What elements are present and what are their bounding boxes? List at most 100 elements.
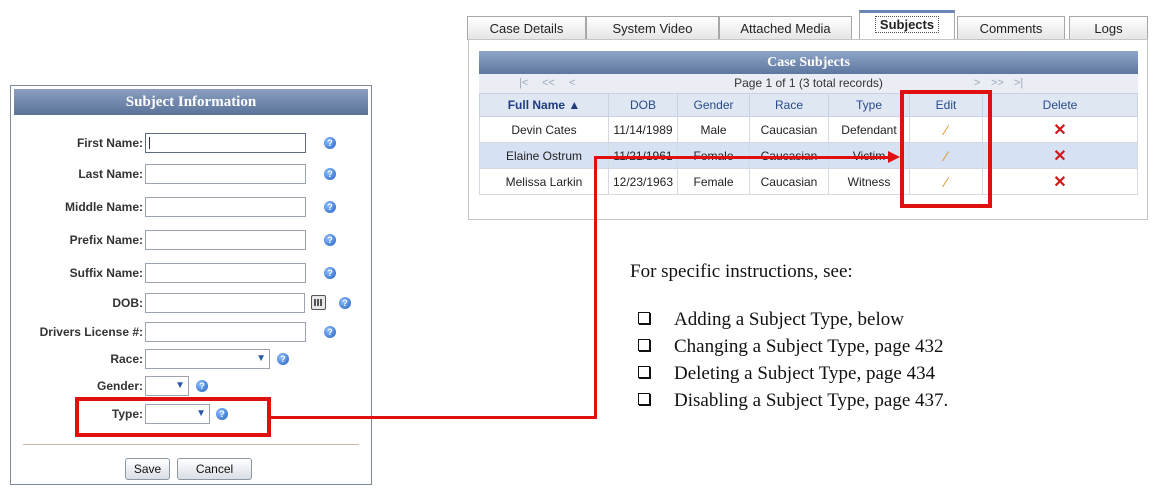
instruction-item: Disabling a Subject Type, page 437. [630, 390, 948, 412]
dob-label: DOB: [112, 296, 143, 310]
cell-full-name: Devin Cates [479, 116, 609, 143]
last-name-row: Last Name: ? [11, 164, 371, 186]
cell-type: Defendant [828, 116, 910, 143]
first-name-row: First Name: ? [11, 133, 371, 155]
race-label: Race: [110, 352, 143, 366]
first-name-label: First Name: [76, 136, 143, 150]
drivers-license-input[interactable] [145, 322, 306, 342]
cell-race: Caucasian [749, 168, 829, 195]
column-gender[interactable]: Gender [677, 93, 750, 117]
tab-subjects-label: Subjects [874, 16, 940, 33]
instruction-item: Deleting a Subject Type, page 434 [630, 363, 935, 385]
connector-line-vertical [594, 156, 597, 419]
pager-first-icon[interactable]: |< [519, 74, 528, 93]
middle-name-input[interactable] [145, 197, 306, 217]
form-divider [23, 444, 359, 445]
gender-label: Gender: [96, 379, 143, 393]
cancel-button[interactable]: Cancel [177, 458, 252, 480]
table-row[interactable]: Melissa Larkin 12/23/1963 Female Caucasi… [479, 168, 1138, 195]
first-name-input[interactable] [145, 133, 306, 153]
pager-prev-page-icon[interactable]: << [542, 74, 555, 93]
checkbox-bullet-icon [638, 339, 650, 351]
column-race[interactable]: Race [749, 93, 829, 117]
column-delete: Delete [982, 93, 1138, 117]
instruction-item-text: Disabling a Subject Type, page 437. [674, 390, 949, 411]
column-dob[interactable]: DOB [608, 93, 678, 117]
checkbox-bullet-icon [638, 393, 650, 405]
help-icon[interactable]: ? [196, 380, 208, 392]
help-icon[interactable]: ? [339, 297, 351, 309]
column-type[interactable]: Type [828, 93, 910, 117]
prefix-name-row: Prefix Name: ? [11, 230, 371, 252]
middle-name-row: Middle Name: ? [11, 197, 371, 219]
gender-row: Gender: ▼ ? [11, 376, 371, 398]
drivers-license-label: Drivers License #: [39, 325, 143, 339]
gender-select[interactable]: ▼ [145, 376, 189, 396]
help-icon[interactable]: ? [277, 353, 289, 365]
pager-next-page-icon[interactable]: >> [991, 74, 1004, 93]
instruction-item: Changing a Subject Type, page 432 [630, 336, 944, 358]
instruction-item: Adding a Subject Type, below [630, 309, 904, 331]
pager: |< << < Page 1 of 1 (3 total records) > … [479, 74, 1138, 93]
prefix-name-input[interactable] [145, 230, 306, 250]
pager-last-icon[interactable]: >| [1014, 74, 1023, 93]
cell-dob: 11/14/1989 [608, 116, 678, 143]
delete-cell: ✕ [982, 168, 1138, 195]
pager-prev-icon[interactable]: < [569, 74, 575, 93]
last-name-input[interactable] [145, 164, 306, 184]
subject-information-title: Subject Information [14, 89, 368, 115]
suffix-name-label: Suffix Name: [69, 266, 143, 280]
delete-x-icon[interactable]: ✕ [1053, 148, 1066, 165]
help-icon[interactable]: ? [324, 234, 336, 246]
cell-full-name: Melissa Larkin [479, 168, 609, 195]
save-button[interactable]: Save [125, 458, 170, 480]
instruction-item-text: Adding a Subject Type, below [674, 309, 904, 330]
suffix-name-row: Suffix Name: ? [11, 263, 371, 285]
tab-subjects[interactable]: Subjects [859, 10, 955, 40]
race-row: Race: ▼ ? [11, 349, 371, 371]
help-icon[interactable]: ? [324, 168, 336, 180]
cell-full-name: Elaine Ostrum [479, 142, 609, 169]
instructions-heading: For specific instructions, see: [630, 261, 853, 282]
dob-input[interactable] [145, 293, 305, 313]
pager-text: Page 1 of 1 (3 total records) [734, 76, 883, 90]
checkbox-bullet-icon [638, 312, 650, 324]
tab-case-details[interactable]: Case Details [467, 16, 586, 40]
case-subjects-panel: Case Subjects |< << < Page 1 of 1 (3 tot… [468, 39, 1148, 220]
connector-line-horizontal [271, 416, 597, 419]
help-icon[interactable]: ? [324, 326, 336, 338]
table-row[interactable]: Devin Cates 11/14/1989 Male Caucasian De… [479, 116, 1138, 143]
race-select[interactable]: ▼ [145, 349, 270, 369]
cell-dob: 12/23/1963 [608, 168, 678, 195]
drivers-license-row: Drivers License #: ? [11, 322, 371, 344]
connector-line-top [594, 156, 890, 159]
checkbox-bullet-icon [638, 366, 650, 378]
cell-type: Witness [828, 168, 910, 195]
tab-system-video[interactable]: System Video [586, 16, 719, 40]
cell-gender: Male [677, 116, 750, 143]
type-column-highlight [900, 90, 992, 208]
column-full-name[interactable]: Full Name ▲ [479, 93, 609, 117]
delete-cell: ✕ [982, 142, 1138, 169]
cell-gender: Female [677, 168, 750, 195]
suffix-name-input[interactable] [145, 263, 306, 283]
connector-arrow-icon [888, 151, 900, 163]
help-icon[interactable]: ? [324, 267, 336, 279]
prefix-name-label: Prefix Name: [69, 233, 143, 247]
help-icon[interactable]: ? [324, 201, 336, 213]
case-subjects-title: Case Subjects [479, 51, 1138, 74]
type-field-highlight [75, 397, 271, 437]
delete-x-icon[interactable]: ✕ [1053, 174, 1066, 191]
table-header-row: Full Name ▲ DOB Gender Race Type Edit De… [479, 93, 1138, 117]
tab-logs[interactable]: Logs [1069, 16, 1148, 40]
tab-comments[interactable]: Comments [957, 16, 1065, 40]
last-name-label: Last Name: [78, 167, 143, 181]
case-subjects-table: Full Name ▲ DOB Gender Race Type Edit De… [479, 93, 1138, 195]
delete-x-icon[interactable]: ✕ [1053, 122, 1066, 139]
help-icon[interactable]: ? [324, 137, 336, 149]
instruction-item-text: Deleting a Subject Type, page 434 [674, 363, 936, 384]
calendar-icon[interactable] [311, 295, 326, 310]
tab-attached-media[interactable]: Attached Media [719, 16, 852, 40]
delete-cell: ✕ [982, 116, 1138, 143]
cell-race: Caucasian [749, 116, 829, 143]
